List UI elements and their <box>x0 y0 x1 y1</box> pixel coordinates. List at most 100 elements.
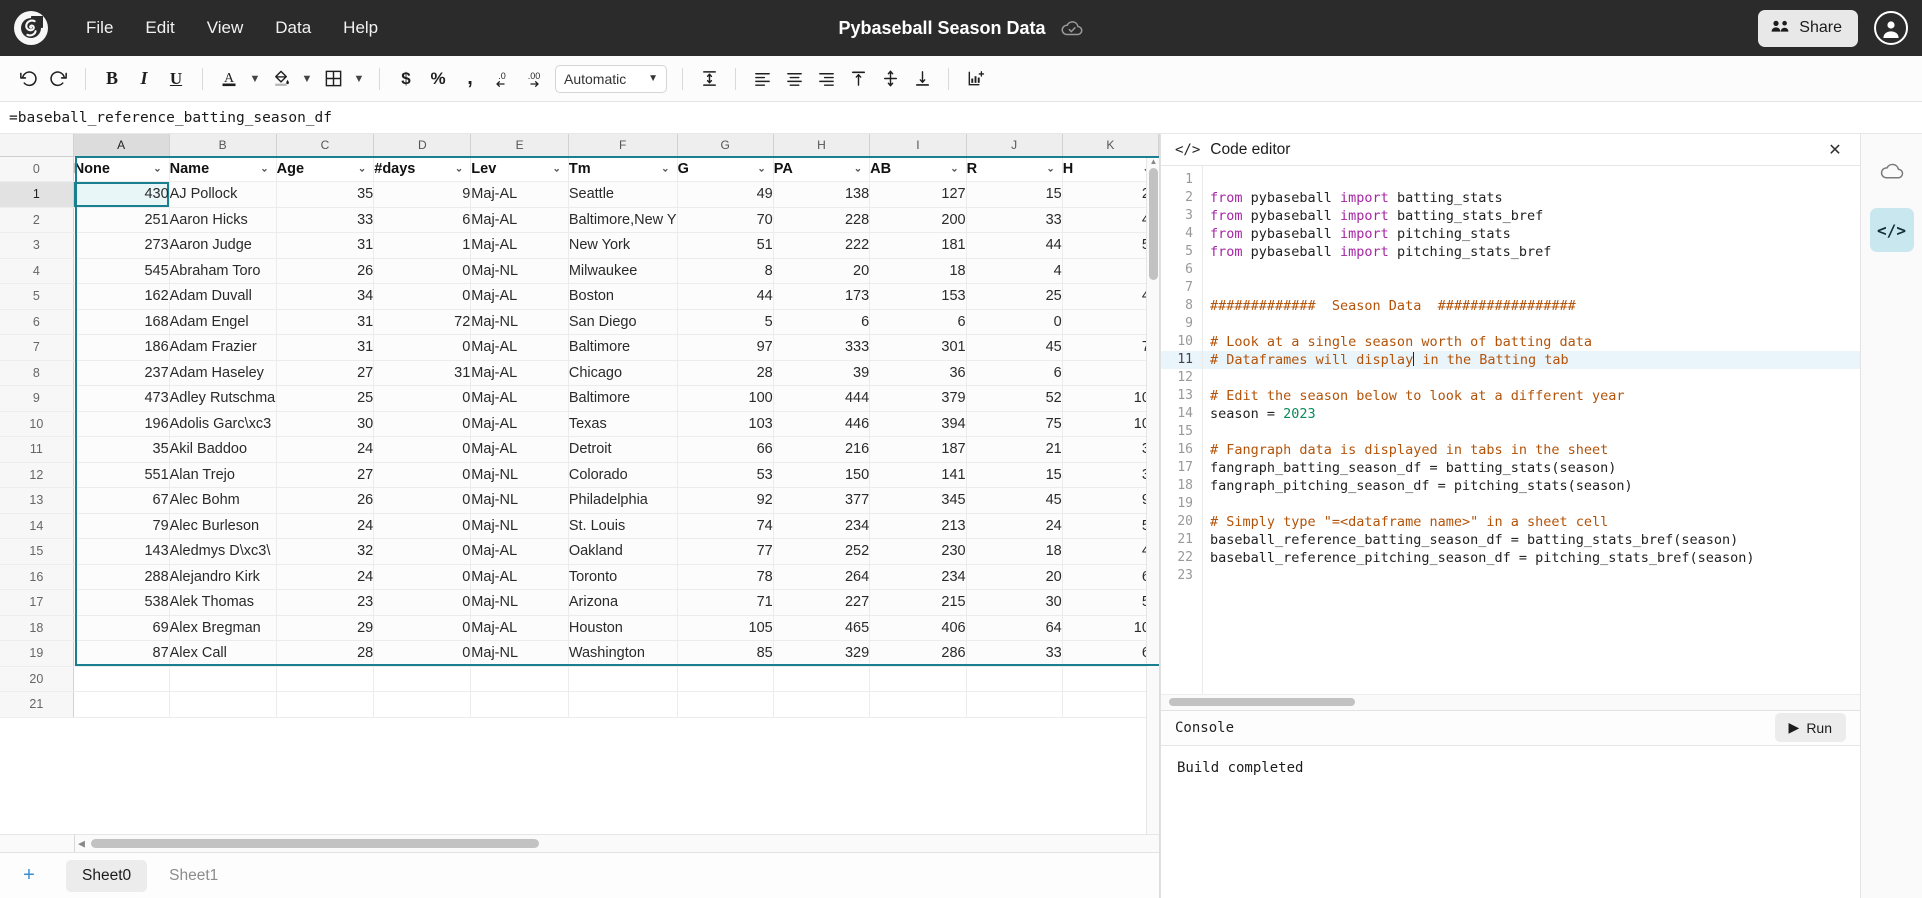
cell-C4[interactable]: 26 <box>276 258 374 284</box>
cell-G20[interactable] <box>677 666 773 692</box>
cell-I13[interactable]: 345 <box>870 488 966 514</box>
cell-B1[interactable]: AJ Pollock <box>169 182 276 208</box>
cell-B20[interactable] <box>169 666 276 692</box>
code-horizontal-scrollbar[interactable] <box>1161 694 1860 710</box>
cell-C0[interactable]: Age⌄ <box>276 156 374 182</box>
cell-D12[interactable]: 0 <box>374 462 471 488</box>
code-line-19[interactable] <box>1203 495 1860 513</box>
cell-I18[interactable]: 406 <box>870 615 966 641</box>
cell-B3[interactable]: Aaron Judge <box>169 233 276 259</box>
cell-F16[interactable]: Toronto <box>568 564 677 590</box>
percent-format-button[interactable]: % <box>423 64 453 94</box>
cell-C1[interactable]: 35 <box>276 182 374 208</box>
cell-E13[interactable]: Maj-NL <box>471 488 569 514</box>
cell-C6[interactable]: 31 <box>276 309 374 335</box>
cell-A12[interactable]: 551 <box>73 462 169 488</box>
chevron-down-icon[interactable]: ⌄ <box>153 163 161 174</box>
cell-A20[interactable] <box>73 666 169 692</box>
cell-I0[interactable]: AB⌄ <box>870 156 966 182</box>
cell-F1[interactable]: Seattle <box>568 182 677 208</box>
cell-I3[interactable]: 181 <box>870 233 966 259</box>
cell-I10[interactable]: 394 <box>870 411 966 437</box>
code-editor-body[interactable]: 1234567891011121314151617181920212223 fr… <box>1161 166 1860 694</box>
insert-chart-icon[interactable] <box>960 64 990 94</box>
code-line-10[interactable]: # Look at a single season worth of batti… <box>1203 333 1860 351</box>
cell-K19[interactable]: 60 <box>1062 641 1158 667</box>
column-header-j[interactable]: J <box>966 134 1062 156</box>
cell-D11[interactable]: 0 <box>374 437 471 463</box>
cell-F17[interactable]: Arizona <box>568 590 677 616</box>
cell-F3[interactable]: New York <box>568 233 677 259</box>
cell-B5[interactable]: Adam Duvall <box>169 284 276 310</box>
document-title[interactable]: Pybaseball Season Data <box>838 18 1045 39</box>
cell-F15[interactable]: Oakland <box>568 539 677 565</box>
row-header-5[interactable]: 5 <box>0 284 73 310</box>
cell-I6[interactable]: 6 <box>870 309 966 335</box>
code-line-7[interactable] <box>1203 279 1860 297</box>
cell-B15[interactable]: Aledmys D\xc3\ <box>169 539 276 565</box>
grid-horizontal-scrollbar[interactable]: ◀ <box>0 834 1159 852</box>
cell-J14[interactable]: 24 <box>966 513 1062 539</box>
row-header-12[interactable]: 12 <box>0 462 73 488</box>
menu-help[interactable]: Help <box>331 11 390 45</box>
row-header-21[interactable]: 21 <box>0 692 73 718</box>
cell-F21[interactable] <box>568 692 677 718</box>
cell-K15[interactable]: 48 <box>1062 539 1158 565</box>
cell-G0[interactable]: G⌄ <box>677 156 773 182</box>
cell-H11[interactable]: 216 <box>773 437 869 463</box>
cell-I1[interactable]: 127 <box>870 182 966 208</box>
cell-G16[interactable]: 78 <box>677 564 773 590</box>
cell-C3[interactable]: 31 <box>276 233 374 259</box>
cell-I5[interactable]: 153 <box>870 284 966 310</box>
chevron-down-icon[interactable]: ⌄ <box>950 163 958 174</box>
cell-I17[interactable]: 215 <box>870 590 966 616</box>
row-header-13[interactable]: 13 <box>0 488 73 514</box>
row-header-11[interactable]: 11 <box>0 437 73 463</box>
cell-E8[interactable]: Maj-AL <box>471 360 569 386</box>
code-line-16[interactable]: # Fangraph data is displayed in tabs in … <box>1203 441 1860 459</box>
scroll-left-arrow-icon[interactable]: ◀ <box>78 838 85 849</box>
code-line-8[interactable]: ############# Season Data ##############… <box>1203 297 1860 315</box>
cell-J0[interactable]: R⌄ <box>966 156 1062 182</box>
menu-file[interactable]: File <box>74 11 125 45</box>
cell-G7[interactable]: 97 <box>677 335 773 361</box>
cell-B0[interactable]: Name⌄ <box>169 156 276 182</box>
cell-C5[interactable]: 34 <box>276 284 374 310</box>
cell-K13[interactable]: 98 <box>1062 488 1158 514</box>
cell-B13[interactable]: Alec Bohm <box>169 488 276 514</box>
scroll-up-arrow-icon[interactable]: ▲ <box>1149 157 1158 166</box>
comma-format-button[interactable]: , <box>455 64 485 94</box>
cell-G4[interactable]: 8 <box>677 258 773 284</box>
cell-A2[interactable]: 251 <box>73 207 169 233</box>
cell-F7[interactable]: Baltimore <box>568 335 677 361</box>
cell-H3[interactable]: 222 <box>773 233 869 259</box>
cell-J19[interactable]: 33 <box>966 641 1062 667</box>
cell-G12[interactable]: 53 <box>677 462 773 488</box>
row-header-4[interactable]: 4 <box>0 258 73 284</box>
cell-C7[interactable]: 31 <box>276 335 374 361</box>
cell-C9[interactable]: 25 <box>276 386 374 412</box>
cell-A11[interactable]: 35 <box>73 437 169 463</box>
row-header-3[interactable]: 3 <box>0 233 73 259</box>
cell-D21[interactable] <box>374 692 471 718</box>
add-sheet-button[interactable]: + <box>14 861 44 891</box>
cell-F19[interactable]: Washington <box>568 641 677 667</box>
cell-K11[interactable]: 39 <box>1062 437 1158 463</box>
cell-A10[interactable]: 196 <box>73 411 169 437</box>
cell-K8[interactable]: 8 <box>1062 360 1158 386</box>
horizontal-scroll-track[interactable]: ◀ <box>75 835 1159 852</box>
cell-H10[interactable]: 446 <box>773 411 869 437</box>
cell-C12[interactable]: 27 <box>276 462 374 488</box>
cell-F5[interactable]: Boston <box>568 284 677 310</box>
cell-J12[interactable]: 15 <box>966 462 1062 488</box>
cell-B7[interactable]: Adam Frazier <box>169 335 276 361</box>
cell-G9[interactable]: 100 <box>677 386 773 412</box>
cell-B8[interactable]: Adam Haseley <box>169 360 276 386</box>
cell-F18[interactable]: Houston <box>568 615 677 641</box>
cell-E16[interactable]: Maj-AL <box>471 564 569 590</box>
row-header-20[interactable]: 20 <box>0 666 73 692</box>
cell-D17[interactable]: 0 <box>374 590 471 616</box>
cell-I19[interactable]: 286 <box>870 641 966 667</box>
cell-D2[interactable]: 6 <box>374 207 471 233</box>
cell-D18[interactable]: 0 <box>374 615 471 641</box>
